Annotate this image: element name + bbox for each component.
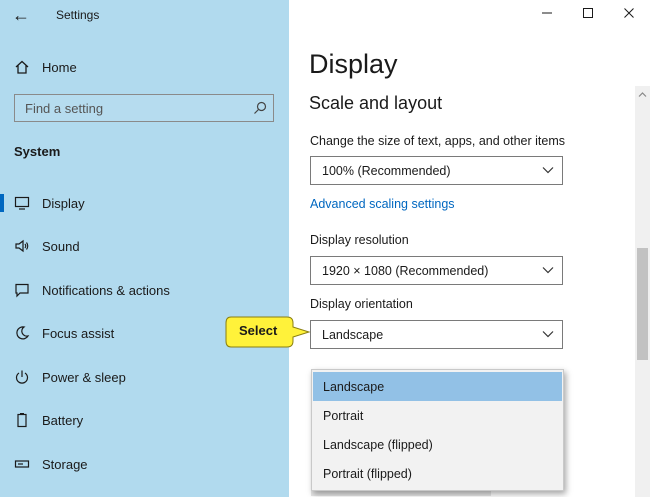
sidebar-item-label: Storage [42, 456, 88, 472]
sidebar: ← Settings Home Find a setting System Di… [0, 0, 289, 497]
close-icon [624, 8, 634, 18]
home-link[interactable]: Home [14, 57, 77, 77]
sidebar-item-label: Sound [42, 238, 80, 254]
scrollbar-thumb[interactable] [637, 248, 648, 360]
moon-icon [16, 326, 30, 340]
notification-icon [15, 283, 29, 298]
scale-label: Change the size of text, apps, and other… [310, 134, 566, 148]
chevron-down-icon [542, 331, 554, 338]
section-heading: Scale and layout [309, 93, 443, 113]
scale-value: 100% (Recommended) [322, 163, 451, 178]
maximize-icon [583, 8, 593, 18]
select-callout: Select [225, 316, 311, 348]
sidebar-item-label: Display [42, 195, 85, 211]
minimize-button[interactable] [537, 4, 557, 24]
orientation-options-menu: Landscape Portrait Landscape (flipped) P… [311, 369, 564, 491]
sidebar-item-sound[interactable]: Sound [0, 231, 289, 261]
home-label: Home [42, 59, 77, 75]
scroll-up-arrow-icon[interactable] [638, 90, 647, 99]
monitor-icon [14, 196, 30, 210]
title-bar: ← Settings [0, 0, 289, 32]
battery-icon [17, 413, 27, 428]
storage-icon [14, 460, 30, 468]
power-icon [15, 370, 29, 384]
search-icon[interactable] [253, 101, 267, 115]
option-portrait[interactable]: Portrait [313, 401, 562, 430]
sidebar-item-label: Focus assist [42, 325, 115, 341]
search-input[interactable]: Find a setting [14, 94, 274, 122]
search-placeholder: Find a setting [25, 100, 104, 116]
option-landscape-flipped[interactable]: Landscape (flipped) [313, 430, 562, 459]
resolution-label: Display resolution [310, 233, 409, 247]
orientation-value: Landscape [322, 327, 384, 342]
callout-text: Select [239, 323, 278, 338]
maximize-button[interactable] [578, 4, 598, 24]
minimize-icon [542, 12, 552, 14]
selection-indicator [0, 194, 4, 212]
orientation-label: Display orientation [310, 297, 413, 311]
close-button[interactable] [619, 4, 639, 24]
sidebar-item-label: Notifications & actions [42, 282, 170, 298]
advanced-scaling-link[interactable]: Advanced scaling settings [310, 197, 455, 211]
sidebar-item-display[interactable]: Display [0, 188, 289, 218]
orientation-dropdown[interactable]: Landscape [310, 320, 563, 349]
sidebar-item-storage[interactable]: Storage [0, 449, 289, 479]
back-arrow-icon[interactable]: ← [12, 5, 30, 25]
chevron-down-icon [542, 167, 554, 174]
chevron-down-icon [542, 267, 554, 274]
scale-dropdown[interactable]: 100% (Recommended) [310, 156, 563, 185]
sidebar-item-battery[interactable]: Battery [0, 405, 289, 435]
speaker-icon [15, 239, 29, 253]
section-title: System [14, 144, 61, 159]
option-portrait-flipped[interactable]: Portrait (flipped) [313, 459, 562, 488]
page-title: Display [309, 49, 398, 79]
sidebar-item-label: Power & sleep [42, 369, 126, 385]
hidden-content-edge [311, 491, 491, 496]
main-panel: Display Scale and layout Change the size… [289, 0, 650, 497]
option-landscape[interactable]: Landscape [313, 372, 562, 401]
home-icon [15, 60, 29, 74]
resolution-dropdown[interactable]: 1920 × 1080 (Recommended) [310, 256, 563, 285]
sidebar-item-power-sleep[interactable]: Power & sleep [0, 362, 289, 392]
app-title: Settings [56, 8, 100, 22]
sidebar-item-notifications[interactable]: Notifications & actions [0, 275, 289, 305]
resolution-value: 1920 × 1080 (Recommended) [322, 263, 489, 278]
sidebar-item-label: Battery [42, 412, 84, 428]
